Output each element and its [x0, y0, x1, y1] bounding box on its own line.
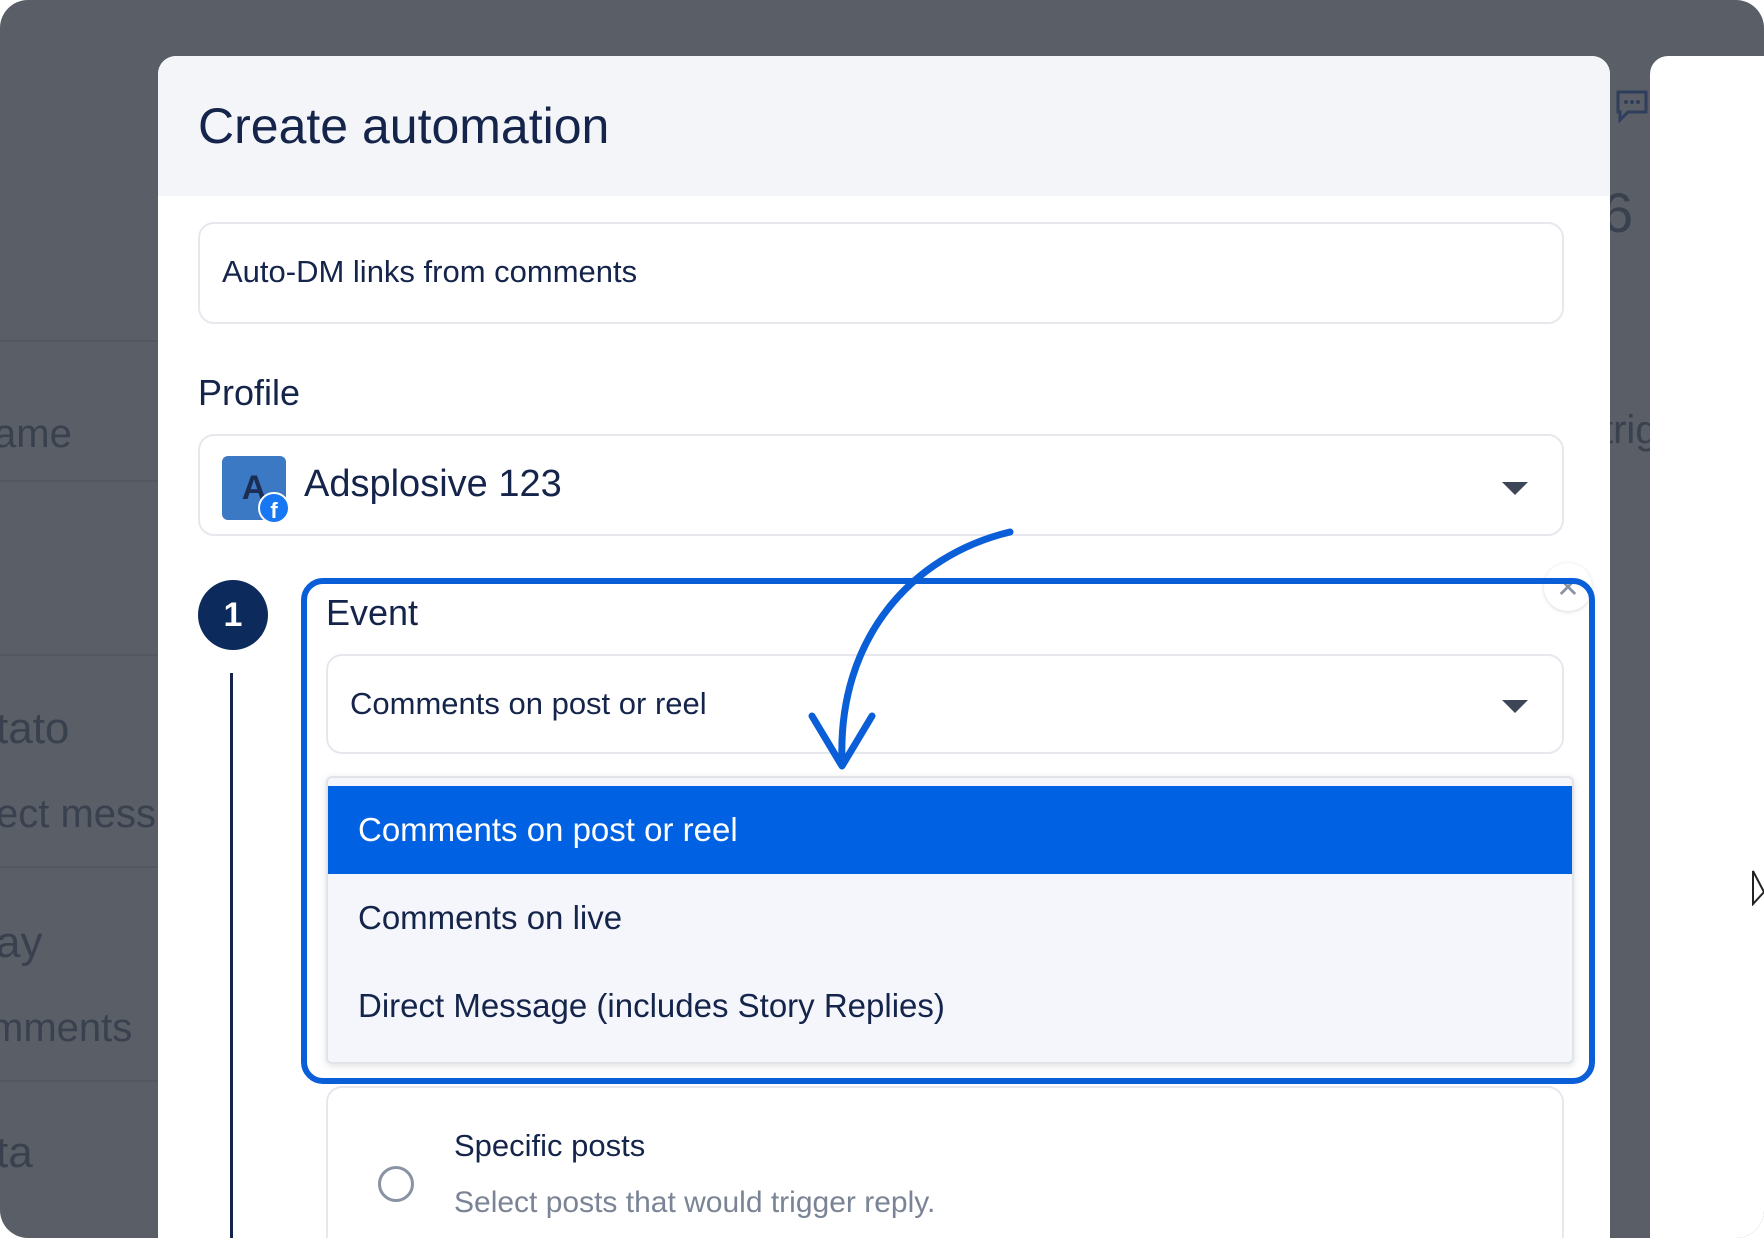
annotation-arrow-icon	[808, 528, 1014, 770]
screen: ame tato ect mess ay mments ta 6 trig Cr…	[0, 0, 1764, 1238]
background-overlay: ame tato ect mess ay mments ta 6 trig Cr…	[0, 0, 1764, 1238]
